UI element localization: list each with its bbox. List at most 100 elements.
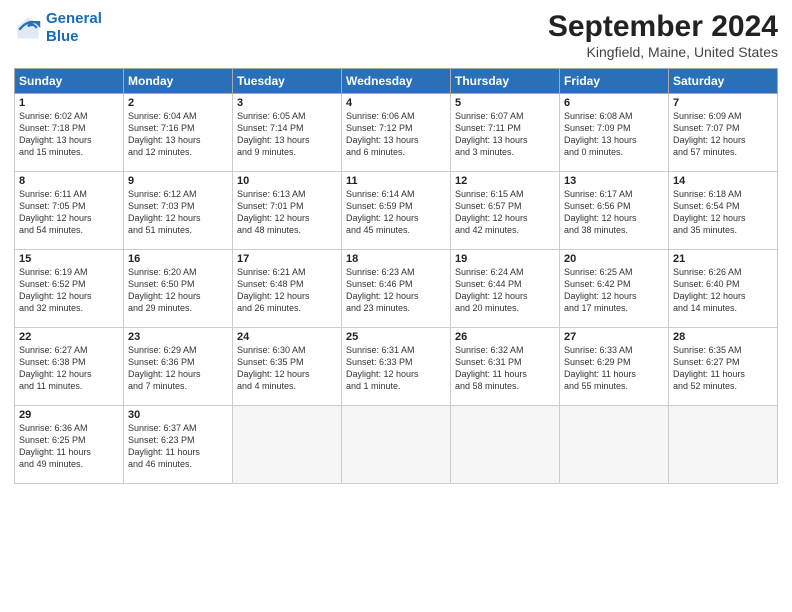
day-number: 7 bbox=[673, 97, 773, 109]
day-cell: 15Sunrise: 6:19 AM Sunset: 6:52 PM Dayli… bbox=[15, 250, 124, 328]
page: General Blue September 2024 Kingfield, M… bbox=[0, 0, 792, 612]
day-cell: 1Sunrise: 6:02 AM Sunset: 7:18 PM Daylig… bbox=[15, 94, 124, 172]
day-cell: 21Sunrise: 6:26 AM Sunset: 6:40 PM Dayli… bbox=[669, 250, 778, 328]
month-title: September 2024 bbox=[548, 10, 778, 44]
day-cell: 10Sunrise: 6:13 AM Sunset: 7:01 PM Dayli… bbox=[233, 172, 342, 250]
day-number: 30 bbox=[128, 409, 228, 421]
day-info: Sunrise: 6:07 AM Sunset: 7:11 PM Dayligh… bbox=[455, 110, 555, 159]
day-cell: 14Sunrise: 6:18 AM Sunset: 6:54 PM Dayli… bbox=[669, 172, 778, 250]
day-info: Sunrise: 6:35 AM Sunset: 6:27 PM Dayligh… bbox=[673, 344, 773, 393]
day-cell: 30Sunrise: 6:37 AM Sunset: 6:23 PM Dayli… bbox=[124, 406, 233, 484]
day-cell bbox=[233, 406, 342, 484]
day-info: Sunrise: 6:09 AM Sunset: 7:07 PM Dayligh… bbox=[673, 110, 773, 159]
day-number: 23 bbox=[128, 331, 228, 343]
col-tuesday: Tuesday bbox=[233, 69, 342, 94]
day-number: 5 bbox=[455, 97, 555, 109]
col-wednesday: Wednesday bbox=[342, 69, 451, 94]
header: General Blue September 2024 Kingfield, M… bbox=[14, 10, 778, 60]
day-cell: 25Sunrise: 6:31 AM Sunset: 6:33 PM Dayli… bbox=[342, 328, 451, 406]
day-number: 19 bbox=[455, 253, 555, 265]
day-number: 4 bbox=[346, 97, 446, 109]
day-info: Sunrise: 6:33 AM Sunset: 6:29 PM Dayligh… bbox=[564, 344, 664, 393]
day-info: Sunrise: 6:06 AM Sunset: 7:12 PM Dayligh… bbox=[346, 110, 446, 159]
day-number: 27 bbox=[564, 331, 664, 343]
day-info: Sunrise: 6:20 AM Sunset: 6:50 PM Dayligh… bbox=[128, 266, 228, 315]
day-cell bbox=[669, 406, 778, 484]
day-cell: 2Sunrise: 6:04 AM Sunset: 7:16 PM Daylig… bbox=[124, 94, 233, 172]
day-number: 16 bbox=[128, 253, 228, 265]
col-sunday: Sunday bbox=[15, 69, 124, 94]
day-cell: 7Sunrise: 6:09 AM Sunset: 7:07 PM Daylig… bbox=[669, 94, 778, 172]
day-cell: 24Sunrise: 6:30 AM Sunset: 6:35 PM Dayli… bbox=[233, 328, 342, 406]
day-cell: 16Sunrise: 6:20 AM Sunset: 6:50 PM Dayli… bbox=[124, 250, 233, 328]
logo: General Blue bbox=[14, 10, 102, 46]
day-number: 17 bbox=[237, 253, 337, 265]
logo-text: General Blue bbox=[46, 10, 102, 46]
logo-icon bbox=[14, 14, 42, 42]
day-cell: 18Sunrise: 6:23 AM Sunset: 6:46 PM Dayli… bbox=[342, 250, 451, 328]
day-info: Sunrise: 6:32 AM Sunset: 6:31 PM Dayligh… bbox=[455, 344, 555, 393]
day-info: Sunrise: 6:25 AM Sunset: 6:42 PM Dayligh… bbox=[564, 266, 664, 315]
day-cell: 4Sunrise: 6:06 AM Sunset: 7:12 PM Daylig… bbox=[342, 94, 451, 172]
day-cell: 29Sunrise: 6:36 AM Sunset: 6:25 PM Dayli… bbox=[15, 406, 124, 484]
day-cell: 5Sunrise: 6:07 AM Sunset: 7:11 PM Daylig… bbox=[451, 94, 560, 172]
day-number: 28 bbox=[673, 331, 773, 343]
day-info: Sunrise: 6:12 AM Sunset: 7:03 PM Dayligh… bbox=[128, 188, 228, 237]
location-title: Kingfield, Maine, United States bbox=[548, 44, 778, 60]
week-row-3: 15Sunrise: 6:19 AM Sunset: 6:52 PM Dayli… bbox=[15, 250, 778, 328]
day-info: Sunrise: 6:30 AM Sunset: 6:35 PM Dayligh… bbox=[237, 344, 337, 393]
day-cell: 6Sunrise: 6:08 AM Sunset: 7:09 PM Daylig… bbox=[560, 94, 669, 172]
day-number: 9 bbox=[128, 175, 228, 187]
header-row: Sunday Monday Tuesday Wednesday Thursday… bbox=[15, 69, 778, 94]
day-info: Sunrise: 6:17 AM Sunset: 6:56 PM Dayligh… bbox=[564, 188, 664, 237]
day-info: Sunrise: 6:19 AM Sunset: 6:52 PM Dayligh… bbox=[19, 266, 119, 315]
day-info: Sunrise: 6:08 AM Sunset: 7:09 PM Dayligh… bbox=[564, 110, 664, 159]
day-info: Sunrise: 6:36 AM Sunset: 6:25 PM Dayligh… bbox=[19, 422, 119, 471]
day-number: 21 bbox=[673, 253, 773, 265]
day-number: 29 bbox=[19, 409, 119, 421]
day-number: 22 bbox=[19, 331, 119, 343]
day-info: Sunrise: 6:11 AM Sunset: 7:05 PM Dayligh… bbox=[19, 188, 119, 237]
title-block: September 2024 Kingfield, Maine, United … bbox=[548, 10, 778, 60]
day-info: Sunrise: 6:15 AM Sunset: 6:57 PM Dayligh… bbox=[455, 188, 555, 237]
day-info: Sunrise: 6:02 AM Sunset: 7:18 PM Dayligh… bbox=[19, 110, 119, 159]
day-cell: 17Sunrise: 6:21 AM Sunset: 6:48 PM Dayli… bbox=[233, 250, 342, 328]
day-info: Sunrise: 6:21 AM Sunset: 6:48 PM Dayligh… bbox=[237, 266, 337, 315]
calendar-table: Sunday Monday Tuesday Wednesday Thursday… bbox=[14, 68, 778, 484]
day-number: 1 bbox=[19, 97, 119, 109]
col-friday: Friday bbox=[560, 69, 669, 94]
week-row-4: 22Sunrise: 6:27 AM Sunset: 6:38 PM Dayli… bbox=[15, 328, 778, 406]
day-cell: 26Sunrise: 6:32 AM Sunset: 6:31 PM Dayli… bbox=[451, 328, 560, 406]
day-cell: 27Sunrise: 6:33 AM Sunset: 6:29 PM Dayli… bbox=[560, 328, 669, 406]
day-cell: 19Sunrise: 6:24 AM Sunset: 6:44 PM Dayli… bbox=[451, 250, 560, 328]
day-cell bbox=[451, 406, 560, 484]
day-number: 26 bbox=[455, 331, 555, 343]
day-info: Sunrise: 6:05 AM Sunset: 7:14 PM Dayligh… bbox=[237, 110, 337, 159]
day-number: 14 bbox=[673, 175, 773, 187]
day-number: 13 bbox=[564, 175, 664, 187]
day-number: 11 bbox=[346, 175, 446, 187]
week-row-1: 1Sunrise: 6:02 AM Sunset: 7:18 PM Daylig… bbox=[15, 94, 778, 172]
day-cell bbox=[342, 406, 451, 484]
day-cell: 12Sunrise: 6:15 AM Sunset: 6:57 PM Dayli… bbox=[451, 172, 560, 250]
day-info: Sunrise: 6:29 AM Sunset: 6:36 PM Dayligh… bbox=[128, 344, 228, 393]
day-cell: 22Sunrise: 6:27 AM Sunset: 6:38 PM Dayli… bbox=[15, 328, 124, 406]
logo-line1: General bbox=[46, 10, 102, 27]
day-number: 8 bbox=[19, 175, 119, 187]
day-info: Sunrise: 6:37 AM Sunset: 6:23 PM Dayligh… bbox=[128, 422, 228, 471]
week-row-2: 8Sunrise: 6:11 AM Sunset: 7:05 PM Daylig… bbox=[15, 172, 778, 250]
week-row-5: 29Sunrise: 6:36 AM Sunset: 6:25 PM Dayli… bbox=[15, 406, 778, 484]
day-number: 24 bbox=[237, 331, 337, 343]
day-info: Sunrise: 6:13 AM Sunset: 7:01 PM Dayligh… bbox=[237, 188, 337, 237]
day-info: Sunrise: 6:27 AM Sunset: 6:38 PM Dayligh… bbox=[19, 344, 119, 393]
day-number: 10 bbox=[237, 175, 337, 187]
logo-line2: Blue bbox=[46, 28, 79, 45]
day-cell: 11Sunrise: 6:14 AM Sunset: 6:59 PM Dayli… bbox=[342, 172, 451, 250]
day-number: 25 bbox=[346, 331, 446, 343]
day-info: Sunrise: 6:31 AM Sunset: 6:33 PM Dayligh… bbox=[346, 344, 446, 393]
day-cell: 28Sunrise: 6:35 AM Sunset: 6:27 PM Dayli… bbox=[669, 328, 778, 406]
day-cell bbox=[560, 406, 669, 484]
day-cell: 23Sunrise: 6:29 AM Sunset: 6:36 PM Dayli… bbox=[124, 328, 233, 406]
day-info: Sunrise: 6:24 AM Sunset: 6:44 PM Dayligh… bbox=[455, 266, 555, 315]
day-info: Sunrise: 6:26 AM Sunset: 6:40 PM Dayligh… bbox=[673, 266, 773, 315]
